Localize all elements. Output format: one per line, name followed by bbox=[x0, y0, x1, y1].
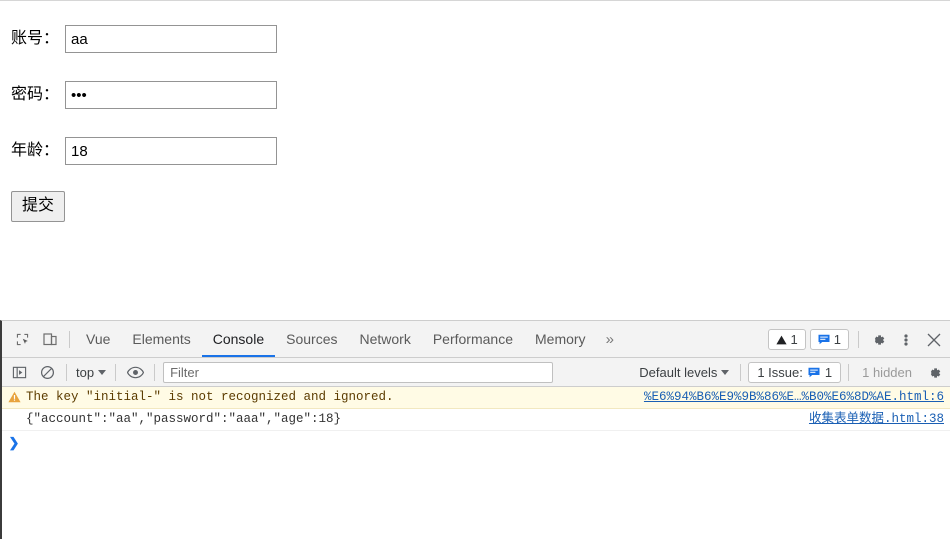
password-input[interactable] bbox=[65, 81, 278, 109]
more-options-kebab-icon[interactable] bbox=[892, 326, 920, 354]
clear-console-icon[interactable] bbox=[33, 358, 61, 386]
console-prompt-row[interactable]: ❯ bbox=[2, 431, 950, 457]
devtools-panel: Vue Elements Console Sources Network Per… bbox=[0, 320, 950, 539]
submit-button[interactable]: 提交 bbox=[11, 191, 66, 222]
execution-context-selector[interactable]: top bbox=[72, 365, 110, 380]
console-toolbar-divider-4 bbox=[740, 364, 742, 381]
warning-count-label: 1 bbox=[790, 332, 798, 347]
console-toolbar-divider-5 bbox=[848, 364, 850, 381]
console-message-log[interactable]: {"account":"aa","password":"aaa","age":1… bbox=[2, 409, 950, 431]
console-toolbar-divider-1 bbox=[66, 363, 67, 381]
device-toolbar-icon[interactable] bbox=[36, 325, 64, 353]
devtools-tab-bar: Vue Elements Console Sources Network Per… bbox=[2, 321, 950, 358]
account-input[interactable] bbox=[65, 25, 278, 53]
label-age: 年龄： bbox=[11, 142, 60, 159]
console-toolbar-divider-2 bbox=[115, 363, 117, 381]
more-tabs-icon[interactable]: » bbox=[597, 331, 623, 348]
log-levels-selector[interactable]: Default levels bbox=[635, 365, 733, 380]
web-page-viewport: 账号： 密码： 年龄： 提交 bbox=[0, 0, 950, 320]
issues-label: 1 Issue: bbox=[757, 365, 803, 380]
message-count-badge[interactable]: 1 bbox=[809, 329, 849, 350]
tabbar-right-divider bbox=[858, 331, 859, 348]
close-devtools-icon[interactable] bbox=[920, 326, 948, 354]
warning-triangle-icon bbox=[775, 335, 787, 344]
log-levels-label: Default levels bbox=[639, 365, 718, 380]
settings-gear-icon[interactable] bbox=[864, 326, 892, 354]
warning-triangle-icon bbox=[7, 391, 21, 403]
console-sidebar-toggle-icon[interactable] bbox=[5, 358, 33, 386]
console-message-warning[interactable]: The key "initial-" is not recognized and… bbox=[2, 387, 950, 409]
console-filter-input[interactable] bbox=[163, 361, 554, 383]
form-row-password: 密码： bbox=[11, 81, 278, 109]
message-text: {"account":"aa","password":"aaa","age":1… bbox=[26, 412, 342, 426]
devtools-tab-bar-right: 1 1 bbox=[767, 321, 948, 358]
hidden-messages-label: 1 hidden bbox=[862, 365, 912, 380]
tabbar-divider bbox=[69, 330, 70, 348]
tab-performance[interactable]: Performance bbox=[422, 321, 524, 357]
tab-vue[interactable]: Vue bbox=[75, 321, 121, 357]
console-message-list: The key "initial-" is not recognized and… bbox=[2, 387, 950, 457]
inspect-element-icon[interactable] bbox=[8, 325, 36, 353]
tab-network[interactable]: Network bbox=[348, 321, 421, 357]
console-toolbar-divider-3 bbox=[154, 363, 156, 381]
age-input[interactable] bbox=[65, 137, 278, 165]
console-input[interactable] bbox=[26, 435, 950, 451]
label-account: 账号： bbox=[11, 30, 60, 47]
console-toolbar-right: Default levels 1 Issue: 1 1 hidden bbox=[635, 358, 948, 387]
tab-console[interactable]: Console bbox=[201, 321, 276, 357]
label-password: 密码： bbox=[11, 86, 60, 103]
tab-memory[interactable]: Memory bbox=[524, 321, 597, 357]
prompt-chevron-icon: ❯ bbox=[8, 435, 20, 450]
console-settings-gear-icon[interactable] bbox=[920, 359, 948, 387]
chevron-down-icon bbox=[98, 369, 107, 375]
issues-button[interactable]: 1 Issue: 1 bbox=[748, 362, 842, 383]
message-count-label: 1 bbox=[833, 332, 841, 347]
live-expression-eye-icon[interactable] bbox=[121, 358, 149, 386]
form-row-account: 账号： bbox=[11, 25, 278, 53]
message-text: The key "initial-" is not recognized and… bbox=[26, 390, 394, 404]
tab-elements[interactable]: Elements bbox=[121, 321, 201, 357]
message-gutter bbox=[2, 390, 26, 403]
message-source-link[interactable]: %E6%94%B6%E9%9B%86%E…%B0%E6%8D%AE.html:6 bbox=[644, 390, 944, 405]
warning-count-badge[interactable]: 1 bbox=[767, 329, 806, 350]
message-bubble-icon bbox=[818, 334, 830, 345]
message-gutter bbox=[2, 412, 26, 413]
chevron-down-icon bbox=[721, 370, 730, 375]
message-bubble-icon bbox=[808, 367, 820, 378]
tab-sources[interactable]: Sources bbox=[275, 321, 348, 357]
form-row-age: 年龄： bbox=[11, 137, 278, 165]
issues-count-label: 1 bbox=[824, 365, 833, 380]
message-source-link[interactable]: 收集表单数据.html:38 bbox=[809, 412, 944, 427]
console-toolbar: top Default levels 1 Issue: bbox=[2, 358, 950, 387]
execution-context-label: top bbox=[76, 364, 95, 380]
